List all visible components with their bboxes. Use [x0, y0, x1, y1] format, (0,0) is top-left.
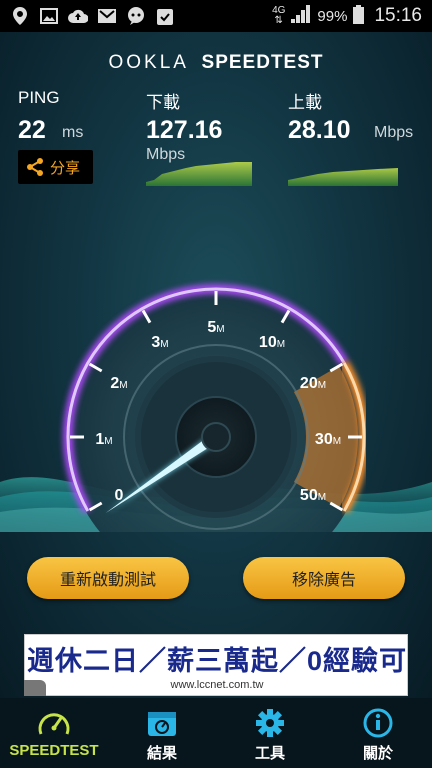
results-box-icon: [148, 712, 176, 736]
upload-activity-graph: [288, 168, 398, 186]
bottom-nav: SPEEDTEST 結果 工具 關於: [0, 698, 432, 768]
share-icon: [27, 158, 43, 176]
brand-logo: OOKLA SPEEDTEST: [108, 52, 324, 73]
ad-url: www.lccnet.com.tw: [170, 679, 264, 691]
ping-unit: ms: [62, 124, 84, 141]
status-bar: 4G ⇅ 99% 15:16: [0, 0, 432, 32]
upload-value: 28.10: [288, 116, 351, 144]
battery-icon: [353, 4, 365, 28]
clock: 15:16: [374, 5, 422, 26]
clipboard-check-icon: [155, 7, 175, 25]
upload-unit: Mbps: [374, 124, 414, 141]
share-button[interactable]: 分享: [18, 150, 93, 184]
signal-icon: [291, 5, 311, 27]
image-icon: [39, 7, 59, 25]
download-label: 下載: [146, 93, 180, 112]
ping-label: PING: [18, 88, 60, 107]
nav-tools[interactable]: 工具: [216, 698, 324, 768]
nav-label-speedtest: SPEEDTEST: [9, 742, 99, 759]
gmail-icon: [97, 7, 117, 25]
download-activity-graph: [146, 162, 252, 186]
nav-speedtest[interactable]: SPEEDTEST: [0, 698, 108, 768]
ad-banner[interactable]: 週休二日／薪三萬起／0經驗可 www.lccnet.com.tw: [24, 634, 408, 696]
battery-percent: 99%: [317, 7, 348, 25]
network-type: 4G ⇅: [272, 5, 286, 26]
speedtest-screen: OOKLA SPEEDTEST PING 22 ms 分享 下載 127.16 …: [0, 32, 432, 698]
remove-ads-button[interactable]: 移除廣告: [243, 557, 405, 599]
ping-value: 22: [18, 116, 46, 144]
speedometer-icon: [38, 713, 70, 735]
nav-label-results: 結果: [146, 745, 177, 762]
nav-label-about: 關於: [362, 745, 393, 762]
ad-info-icon[interactable]: [24, 680, 46, 696]
gear-icon: [256, 709, 284, 737]
upload-label: 上載: [288, 93, 322, 112]
chat-icon: [126, 7, 146, 25]
download-value: 127.16: [146, 116, 223, 144]
cloud-upload-icon: [68, 7, 88, 25]
speed-gauge: 01M2M3M5M10M20M30M50M: [0, 284, 432, 532]
nav-label-tools: 工具: [254, 745, 285, 762]
restart-test-button[interactable]: 重新啟動測試: [27, 557, 189, 599]
share-label: 分享: [50, 159, 81, 177]
location-icon: [10, 7, 30, 25]
nav-about[interactable]: 關於: [324, 698, 432, 768]
nav-results[interactable]: 結果: [108, 698, 216, 768]
info-icon: [363, 708, 393, 738]
ad-title: 週休二日／薪三萬起／0經驗可: [26, 646, 407, 676]
